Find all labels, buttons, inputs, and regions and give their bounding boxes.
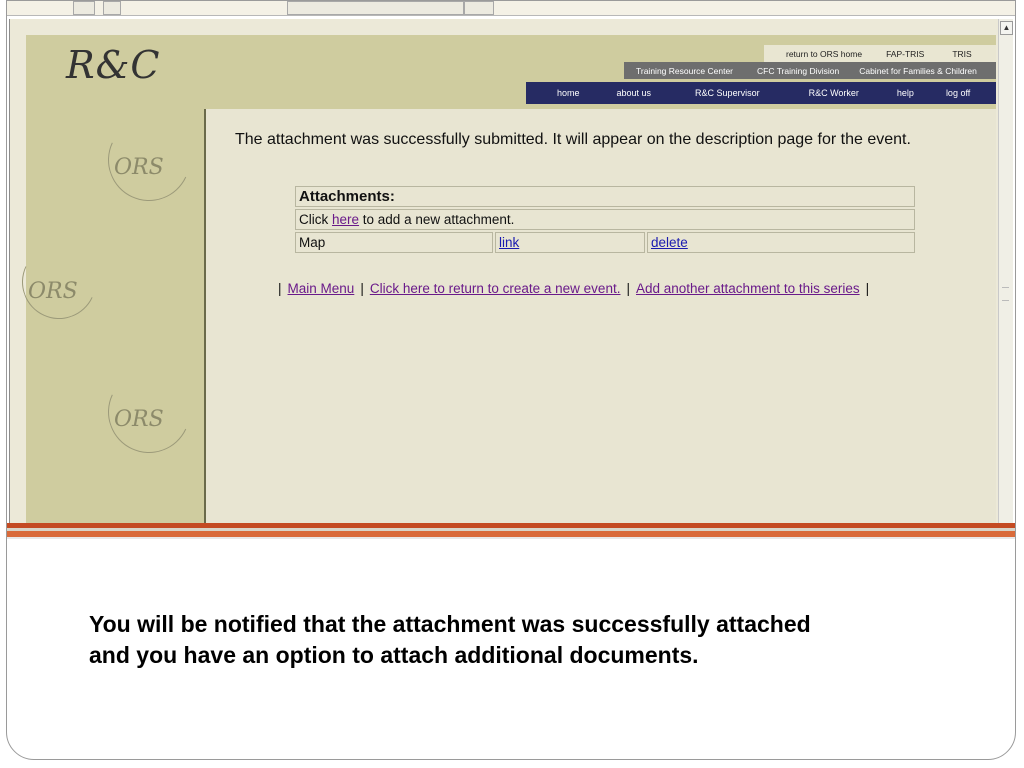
top-nav: return to ORS home FAP-TRIS TRIS: [764, 45, 996, 62]
attachment-delete-link[interactable]: delete: [651, 235, 688, 250]
nav-training-resource-center[interactable]: Training Resource Center: [636, 66, 733, 76]
watermark-arc: [96, 359, 202, 465]
address-field[interactable]: [287, 1, 464, 15]
vertical-scrollbar[interactable]: ▲: [998, 19, 1013, 523]
browser-viewport: R&C return to ORS home FAP-TRIS TRIS Tra…: [9, 19, 1013, 523]
link-separator: |: [278, 281, 282, 296]
toolbar-button[interactable]: [73, 1, 95, 15]
attachments-title: Attachments:: [295, 186, 915, 207]
main-menu-link[interactable]: Main Menu: [288, 281, 355, 296]
sidebar-watermarks: ORS ORS ORS: [11, 107, 206, 523]
add-another-attachment-link[interactable]: Add another attachment to this series: [636, 281, 860, 296]
toolbar-button[interactable]: [103, 1, 121, 15]
table-row: Map link delete: [295, 232, 915, 253]
nav-about-us[interactable]: about us: [617, 88, 652, 98]
watermark-arc: [11, 234, 107, 330]
attachments-table: Attachments: Click here to add a new att…: [293, 184, 917, 255]
add-attachment-row: Click here to add a new attachment.: [295, 209, 915, 230]
caption-line: and you have an option to attach additio…: [89, 642, 699, 668]
caption-line: You will be notified that the attachment…: [89, 611, 811, 637]
attachment-delete-cell: delete: [647, 232, 915, 253]
nav-cabinet-families-children[interactable]: Cabinet for Families & Children: [859, 66, 977, 76]
attachment-link-cell: link: [495, 232, 645, 253]
link-separator: |: [626, 281, 630, 296]
nav-home[interactable]: home: [557, 88, 580, 98]
watermark-arc: [96, 107, 202, 213]
link-separator: |: [360, 281, 364, 296]
add-suffix: to add a new attachment.: [359, 212, 515, 227]
link-separator: |: [865, 281, 870, 296]
browser-toolbar: [7, 1, 1015, 16]
toolbar-button[interactable]: [464, 1, 494, 15]
action-links: | Main Menu | Click here to return to creat…: [272, 281, 875, 296]
main-nav: home about us R&C Supervisor R&C Worker …: [526, 82, 996, 104]
nav-rc-worker[interactable]: R&C Worker: [809, 88, 859, 98]
nav-return-ors-home[interactable]: return to ORS home: [786, 49, 862, 59]
website: R&C return to ORS home FAP-TRIS TRIS Tra…: [11, 35, 996, 523]
slide-caption: You will be notified that the attachment…: [89, 609, 949, 671]
attachment-view-link[interactable]: link: [499, 235, 519, 250]
success-message: The attachment was successfully submitte…: [235, 131, 911, 148]
nav-rc-supervisor[interactable]: R&C Supervisor: [695, 88, 760, 98]
nav-tris[interactable]: TRIS: [952, 49, 971, 59]
site-logo: R&C: [66, 43, 161, 87]
add-prefix: Click: [299, 212, 332, 227]
nav-log-off[interactable]: log off: [946, 88, 970, 98]
divider-stripe: [7, 537, 1015, 539]
add-attachment-link[interactable]: here: [332, 212, 359, 227]
nav-help[interactable]: help: [897, 88, 914, 98]
slide-frame: R&C return to ORS home FAP-TRIS TRIS Tra…: [6, 0, 1016, 760]
nav-fap-tris[interactable]: FAP-TRIS: [886, 49, 924, 59]
add-attachment-cell: Click here to add a new attachment.: [295, 209, 915, 230]
attachments-header-row: Attachments:: [295, 186, 915, 207]
scroll-up-arrow-icon[interactable]: ▲: [1000, 21, 1013, 35]
site-header: R&C return to ORS home FAP-TRIS TRIS Tra…: [26, 35, 996, 109]
scrollbar-grip[interactable]: [1002, 287, 1009, 301]
main-content: The attachment was successfully submitte…: [206, 109, 994, 523]
middle-nav: Training Resource Center CFC Training Di…: [624, 62, 996, 79]
nav-cfc-training-division[interactable]: CFC Training Division: [757, 66, 839, 76]
attachment-name: Map: [295, 232, 493, 253]
return-create-event-link[interactable]: Click here to return to create a new eve…: [370, 281, 621, 296]
